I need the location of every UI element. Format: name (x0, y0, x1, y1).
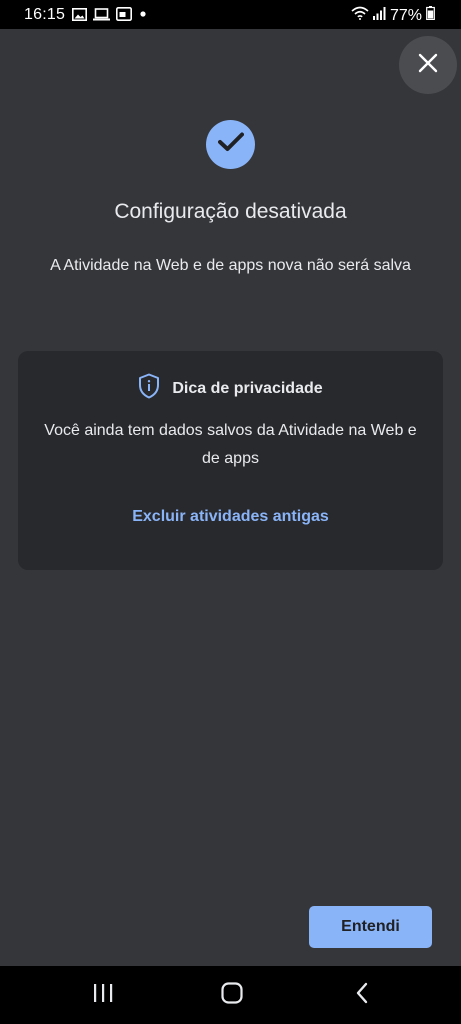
confirm-button[interactable]: Entendi (309, 906, 432, 948)
success-badge (206, 120, 255, 169)
notification-icons (72, 7, 148, 21)
laptop-icon (93, 7, 110, 21)
back-button[interactable] (322, 966, 402, 1024)
dialog-subtitle: A Atividade na Web e de apps nova não se… (50, 257, 411, 274)
image-icon (72, 7, 87, 21)
screencast-icon (116, 7, 132, 21)
privacy-tip-card: Dica de privacidade Você ainda tem dados… (18, 351, 443, 570)
privacy-tip-body: Você ainda tem dados salvos da Atividade… (44, 422, 417, 467)
check-icon (217, 132, 244, 157)
privacy-tip-header: Dica de privacidade (18, 373, 443, 404)
dot-icon (138, 9, 148, 19)
recents-icon (92, 983, 114, 1008)
system-status: 77% (351, 6, 435, 25)
dialog-title: Configuração desativada (114, 200, 347, 223)
close-icon (418, 53, 438, 78)
home-icon (221, 981, 243, 1009)
battery-icon (426, 6, 435, 25)
recents-button[interactable] (63, 966, 143, 1024)
battery-percent: 77% (389, 6, 422, 24)
shield-info-icon (138, 373, 160, 404)
home-button[interactable] (192, 966, 272, 1024)
status-time: 16:15 (24, 6, 66, 23)
privacy-tip-title: Dica de privacidade (172, 379, 323, 397)
close-button[interactable] (399, 36, 457, 94)
status-bar: 16:15 77% (0, 0, 461, 29)
signal-icon (372, 6, 386, 25)
back-icon (355, 982, 369, 1009)
navigation-bar (0, 966, 461, 1024)
delete-old-activity-link[interactable]: Excluir atividades antigas (18, 508, 443, 526)
wifi-icon (351, 6, 369, 25)
